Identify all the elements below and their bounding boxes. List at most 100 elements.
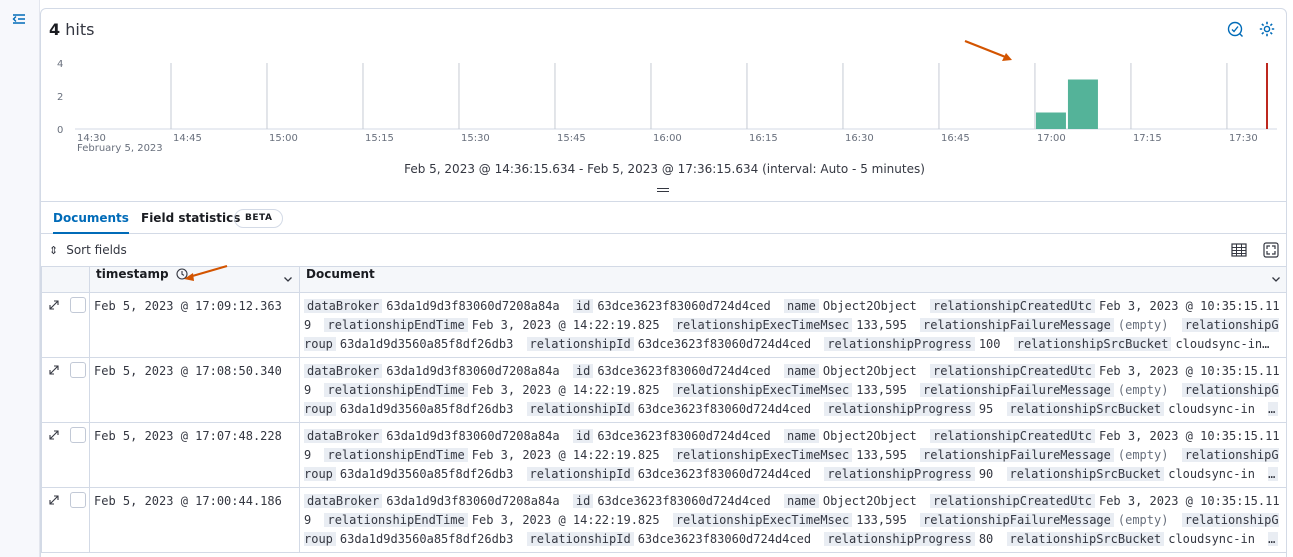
field-key: dataBroker (304, 494, 383, 508)
chevron-down-icon[interactable] (283, 274, 293, 284)
field-key: relationshipExecTimeMsec (672, 448, 853, 462)
table-row[interactable]: Feb 5, 2023 @ 17:00:44.186 dataBroker 63da… (41, 487, 1286, 553)
grid-toolbar: ⇕ Sort fields (41, 235, 1286, 265)
row-controls (41, 487, 90, 553)
timestamp-column-label: timestamp (96, 267, 169, 281)
field-key: id (572, 429, 594, 443)
x-tick-label: 15:45 (557, 133, 586, 144)
y-tick-label: 4 (57, 59, 63, 70)
sort-icon: ⇕ (49, 243, 59, 257)
grid-header-row: timestamp Document (41, 266, 1286, 293)
expand-icon[interactable] (48, 494, 60, 506)
x-tick-label: 17:15 (1133, 133, 1162, 144)
field-value: 133,595 (856, 513, 907, 527)
row-checkbox[interactable] (70, 297, 86, 313)
field-value: 90 (978, 467, 994, 481)
field-key: relationshipExecTimeMsec (672, 513, 853, 527)
expand-icon[interactable] (48, 364, 60, 376)
field-key: id (572, 299, 594, 313)
field-value: 63da1d9d3f83060d7208a84a (386, 299, 560, 313)
inspect-icon[interactable] (1226, 20, 1244, 38)
field-key: name (783, 299, 819, 313)
chart-resize-handle[interactable] (657, 186, 669, 194)
field-value: (empty) (1117, 448, 1169, 462)
field-value: 63da1d9d3f83060d7208a84a (386, 364, 560, 378)
field-value: 63dce3623f83060d724d4ced (637, 402, 812, 416)
field-key: relationshipEndTime (324, 318, 468, 332)
row-controls (41, 422, 90, 488)
hits-counter: 4 hits (49, 20, 94, 39)
field-value: (empty) (1117, 318, 1169, 332)
field-key: relationshipEndTime (324, 448, 468, 462)
x-tick-label: 15:00 (269, 133, 298, 144)
field-key: relationshipExecTimeMsec (672, 383, 853, 397)
row-checkbox[interactable] (70, 492, 86, 508)
discover-panel: 4 hits 4 2 0 14:30 14:45 15:00 15:15 15:30 15:45… (40, 8, 1287, 557)
expand-icon[interactable] (48, 429, 60, 441)
x-tick-label: 16:00 (653, 133, 682, 144)
field-key: relationshipFailureMessage (920, 513, 1114, 527)
gear-icon[interactable] (1258, 20, 1276, 38)
timestamp-value: Feb 5, 2023 @ 17:08:50.340 (94, 364, 282, 378)
field-value: cloudsync-in (1168, 467, 1255, 481)
field-key: name (783, 494, 819, 508)
histogram-bar (1067, 79, 1098, 129)
histogram: 4 2 0 14:30 14:45 15:00 15:15 15:30 15:45 16:00 16… (41, 53, 1286, 163)
timestamp-cell[interactable]: Feb 5, 2023 @ 17:09:12.363 (89, 292, 300, 358)
row-checkbox[interactable] (70, 362, 86, 378)
field-key: relationshipProgress (824, 467, 975, 481)
document-cell[interactable]: dataBroker 63da1d9d3f83060d7208a84a id 63d… (299, 357, 1286, 423)
timestamp-cell[interactable]: Feb 5, 2023 @ 17:07:48.228 (89, 422, 300, 488)
field-key: relationshipEndTime (324, 513, 468, 527)
timestamp-cell[interactable]: Feb 5, 2023 @ 17:08:50.340 (89, 357, 300, 423)
timestamp-value: Feb 5, 2023 @ 17:07:48.228 (94, 429, 282, 443)
sort-fields-button[interactable]: ⇕ Sort fields (49, 243, 127, 257)
field-value: 63dce3623f83060d724d4ced (637, 532, 812, 546)
x-tick-label: 15:15 (365, 133, 394, 144)
x-tick-label: 16:45 (941, 133, 970, 144)
field-key: name (783, 364, 819, 378)
table-row[interactable]: Feb 5, 2023 @ 17:07:48.228 dataBroker 63da… (41, 422, 1286, 488)
sort-fields-label: Sort fields (66, 243, 127, 257)
field-key: relationshipCreatedUtc (930, 299, 1095, 313)
fullscreen-icon[interactable] (1262, 241, 1280, 259)
timestamp-cell[interactable]: Feb 5, 2023 @ 17:00:44.186 (89, 487, 300, 553)
histogram-bar (1035, 112, 1066, 129)
document-cell[interactable]: dataBroker 63da1d9d3f83060d7208a84a id 63d… (299, 422, 1286, 488)
chevron-down-icon[interactable] (1271, 274, 1281, 284)
collapse-sidebar-icon[interactable] (10, 10, 28, 28)
field-value: (empty) (1117, 383, 1169, 397)
field-key: dataBroker (304, 429, 383, 443)
row-checkbox[interactable] (70, 427, 86, 443)
field-value: 63da1d9d3560a85f8df26db3 (339, 402, 514, 416)
field-key: relationshipEndTime (324, 383, 468, 397)
x-axis-sublabel: February 5, 2023 (77, 143, 163, 154)
field-value: Feb 3, 2023 @ 14:22:19.825 (471, 513, 660, 527)
tabs-bar: Documents Field statistics BETA (41, 201, 1286, 234)
document-cell[interactable]: dataBroker 63da1d9d3f83060d7208a84a id 63d… (299, 292, 1286, 358)
field-value: 63dce3623f83060d724d4ced (637, 337, 812, 351)
field-key: dataBroker (304, 299, 383, 313)
document-column-header[interactable]: Document (299, 266, 1286, 293)
expand-icon[interactable] (48, 299, 60, 311)
table-row[interactable]: Feb 5, 2023 @ 17:08:50.340 dataBroker 63da… (41, 357, 1286, 423)
field-value: 63da1d9d3560a85f8df26db3 (339, 337, 514, 351)
document-cell[interactable]: dataBroker 63da1d9d3f83060d7208a84a id 63d… (299, 487, 1286, 553)
field-value: (empty) (1117, 513, 1169, 527)
field-key: relationshipProgress (824, 532, 975, 546)
field-key: relationshipExecTimeMsec (672, 318, 853, 332)
documents-grid: timestamp Document Feb 5, 2023 @ 17:09:1… (41, 266, 1286, 553)
tab-documents[interactable]: Documents (53, 202, 129, 234)
field-value: Feb 3, 2023 @ 14:22:19.825 (471, 448, 660, 462)
field-key: relationshipId (526, 532, 634, 546)
field-value: 63dce3623f83060d724d4ced (597, 494, 771, 508)
field-key: relationshipCreatedUtc (930, 494, 1095, 508)
x-tick-label: 17:00 (1037, 133, 1066, 144)
left-nav (0, 0, 40, 557)
tab-field-statistics[interactable]: Field statistics (141, 202, 240, 234)
field-value: 63da1d9d3f83060d7208a84a (386, 429, 560, 443)
table-density-icon[interactable] (1230, 241, 1248, 259)
table-row[interactable]: Feb 5, 2023 @ 17:09:12.363 dataBroker 63da… (41, 292, 1286, 358)
timestamp-column-header[interactable]: timestamp (89, 266, 300, 293)
field-value: Feb 3, 2023 @ 14:22:19.825 (471, 318, 660, 332)
